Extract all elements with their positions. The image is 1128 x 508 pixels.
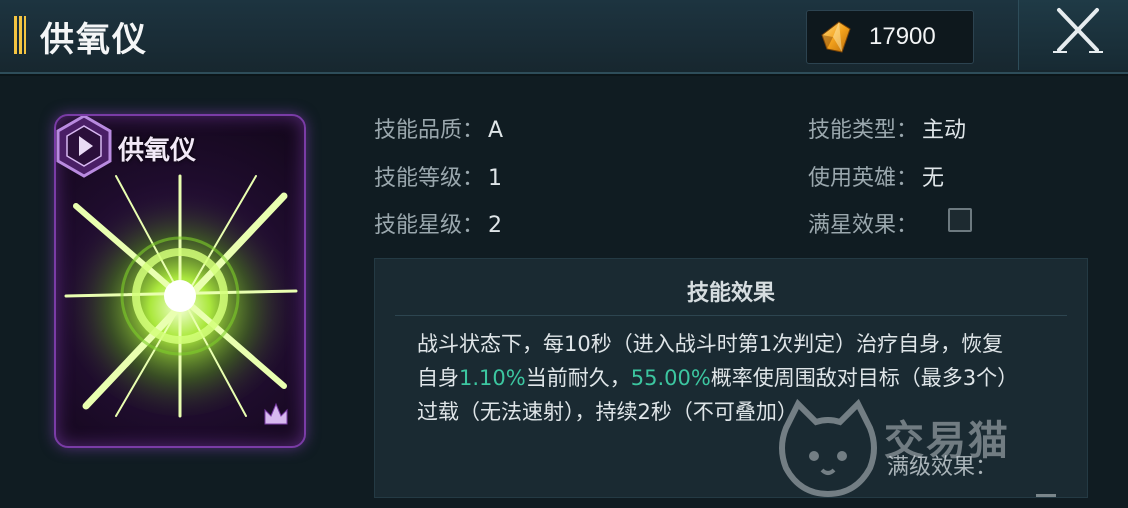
skill-card: 供氧仪	[54, 114, 306, 448]
close-icon[interactable]	[1051, 6, 1105, 56]
watermark-text: 交易猫	[884, 418, 1010, 464]
card-title: 供氧仪	[118, 136, 197, 166]
full-star-checkbox[interactable]	[948, 208, 972, 232]
skill-hero: 使用英雄：无	[808, 160, 944, 192]
skill-type-value: 主动	[922, 118, 967, 143]
skill-star-label: 技能星级：	[374, 213, 485, 238]
skill-quality-label: 技能品质：	[374, 118, 485, 143]
full-star-effect-label: 满星效果：	[808, 213, 919, 238]
skill-quality-value: A	[488, 118, 504, 143]
effect-highlight-value: 1.10%	[459, 366, 526, 390]
effect-highlight-value: 55.00%	[630, 366, 711, 390]
title-accent-mark	[14, 16, 26, 54]
skill-star: 技能星级： 2	[374, 207, 502, 239]
skill-level-value: 1	[488, 166, 503, 191]
skill-star-value: 2	[488, 213, 503, 238]
currency-display: 17900	[806, 10, 974, 64]
skill-level-label: 技能等级：	[374, 166, 485, 191]
scroll-indicator[interactable]	[1036, 494, 1056, 497]
skill-quality: 技能品质： A	[374, 112, 503, 144]
skill-type-label: 技能类型：	[808, 118, 919, 143]
currency-amount: 17900	[869, 23, 936, 50]
rank-crown-icon	[264, 402, 288, 425]
hexagon-play-icon	[56, 116, 112, 178]
skill-hero-value: 无	[922, 166, 945, 191]
full-star-effect: 满星效果：	[808, 207, 918, 239]
skill-effect-title: 技能效果	[686, 280, 775, 306]
skill-level: 技能等级： 1	[374, 160, 502, 192]
skill-hero-label: 使用英雄：	[808, 166, 919, 191]
crystal-icon	[821, 21, 851, 53]
effect-text-part: 当前耐久，	[525, 366, 631, 390]
skill-type: 技能类型： 主动	[808, 112, 966, 144]
divider	[395, 315, 1067, 316]
page-title: 供氧仪	[40, 20, 148, 60]
cat-logo-icon	[779, 398, 877, 498]
top-bar: 供氧仪 17900	[0, 0, 1128, 74]
close-button[interactable]	[1018, 0, 1128, 70]
